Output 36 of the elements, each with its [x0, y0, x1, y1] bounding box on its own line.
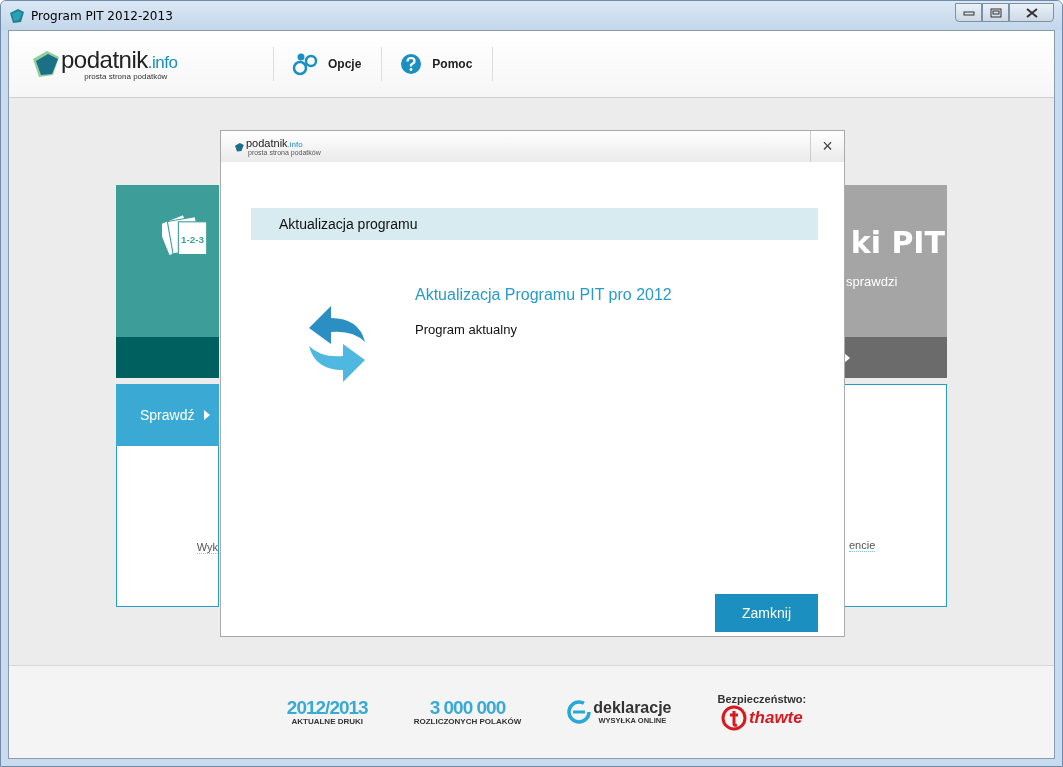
t-logo-icon	[720, 705, 747, 731]
logo-tagline: prosta strona podatków	[84, 71, 168, 81]
card-subtitle: sprawdzi	[845, 274, 898, 289]
badge-caption: AKTUALNE DRUKI	[291, 717, 364, 726]
pages-label: 1-2-3	[181, 233, 204, 245]
e-logo-icon	[567, 700, 592, 724]
gears-icon	[292, 52, 318, 76]
help-icon	[400, 53, 423, 75]
window-title: Program PIT 2012-2013	[31, 8, 173, 23]
update-status: Program aktualny	[415, 322, 518, 337]
logo-text: podatnik.info	[246, 137, 304, 149]
logo-icon	[31, 49, 61, 79]
close-button[interactable]: ×	[810, 131, 844, 162]
update-heading: Aktualizacja Programu PIT pro 2012	[415, 286, 672, 304]
close-icon	[1025, 7, 1038, 18]
card-title: ki PIT	[850, 225, 945, 260]
badge-number: 3 000 000	[429, 698, 506, 717]
logo-icon	[233, 140, 245, 153]
logo-text: podatnik.info	[61, 47, 178, 72]
menu-button[interactable]: Opcje	[274, 52, 382, 76]
minimize-button[interactable]	[955, 3, 982, 22]
close-button[interactable]	[1009, 3, 1054, 22]
brand-name: thawte	[748, 708, 803, 728]
arrow-icon	[204, 410, 211, 420]
badge-caption: ROZLICZONYCH POLAKÓW	[413, 717, 522, 726]
card-link[interactable]: encie	[849, 539, 876, 552]
brand-name: deklaracje	[593, 699, 672, 716]
close-dialog-button[interactable]: Zamknij	[715, 594, 818, 632]
section-header: Aktualizacja programu	[251, 208, 818, 240]
security-label: Bezpieczeństwo:	[717, 693, 807, 705]
badge-number: 2012/2013	[286, 698, 368, 717]
menu-button[interactable]: Pomoc	[382, 53, 493, 75]
maximize-icon	[989, 7, 1002, 18]
minimize-icon	[962, 9, 975, 16]
maximize-button[interactable]	[982, 3, 1009, 22]
card-link[interactable]: Wyk	[196, 541, 218, 554]
